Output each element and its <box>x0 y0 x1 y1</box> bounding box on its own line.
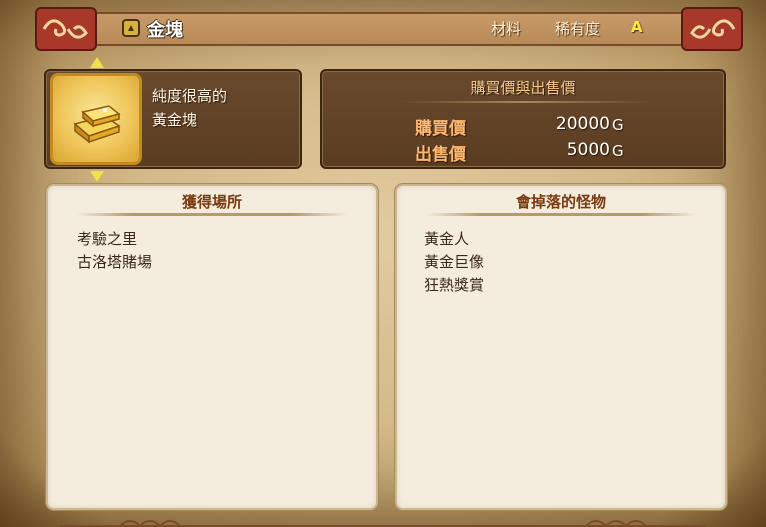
drop-title-underline <box>426 213 696 216</box>
list-item: 黃金巨像 <box>424 253 485 271</box>
price-panel-title: 購買價與出售價 <box>470 79 576 97</box>
item-category: 材料 <box>491 20 522 38</box>
list-item: 考驗之里 <box>77 230 138 248</box>
buy-price-unit: G <box>612 116 624 134</box>
sell-price-value: 5000 <box>566 140 610 160</box>
rarity-grade: A <box>631 18 643 36</box>
buy-price-label: 購買價 <box>415 119 466 139</box>
rarity-label: 稀有度 <box>555 20 601 38</box>
header-banner <box>38 12 730 46</box>
obtain-locations-title: 獲得場所 <box>181 193 242 211</box>
price-divider <box>400 101 650 103</box>
obtain-title-underline <box>77 213 347 216</box>
item-description-line2: 黃金塊 <box>152 111 198 129</box>
buy-price-value: 20000 <box>555 114 610 134</box>
list-item: 狂熱獎賞 <box>424 276 485 294</box>
item-icon-frame <box>50 73 142 165</box>
bottom-ornament-icon <box>60 520 706 527</box>
next-item-arrow[interactable] <box>90 171 104 182</box>
list-item: 黃金人 <box>424 230 470 248</box>
item-name: 金塊 <box>147 20 183 41</box>
left-ornament-icon <box>35 7 97 51</box>
sell-price-unit: G <box>612 142 624 160</box>
previous-item-arrow[interactable] <box>90 57 104 68</box>
dropping-monsters-title: 會掉落的怪物 <box>515 193 606 211</box>
sell-price-label: 出售價 <box>415 145 466 165</box>
right-ornament-icon <box>681 7 743 51</box>
list-item: 古洛塔賭場 <box>77 253 153 271</box>
material-icon <box>122 19 140 37</box>
item-description-line1: 純度很高的 <box>152 87 228 105</box>
gold-bar-icon <box>73 105 121 144</box>
